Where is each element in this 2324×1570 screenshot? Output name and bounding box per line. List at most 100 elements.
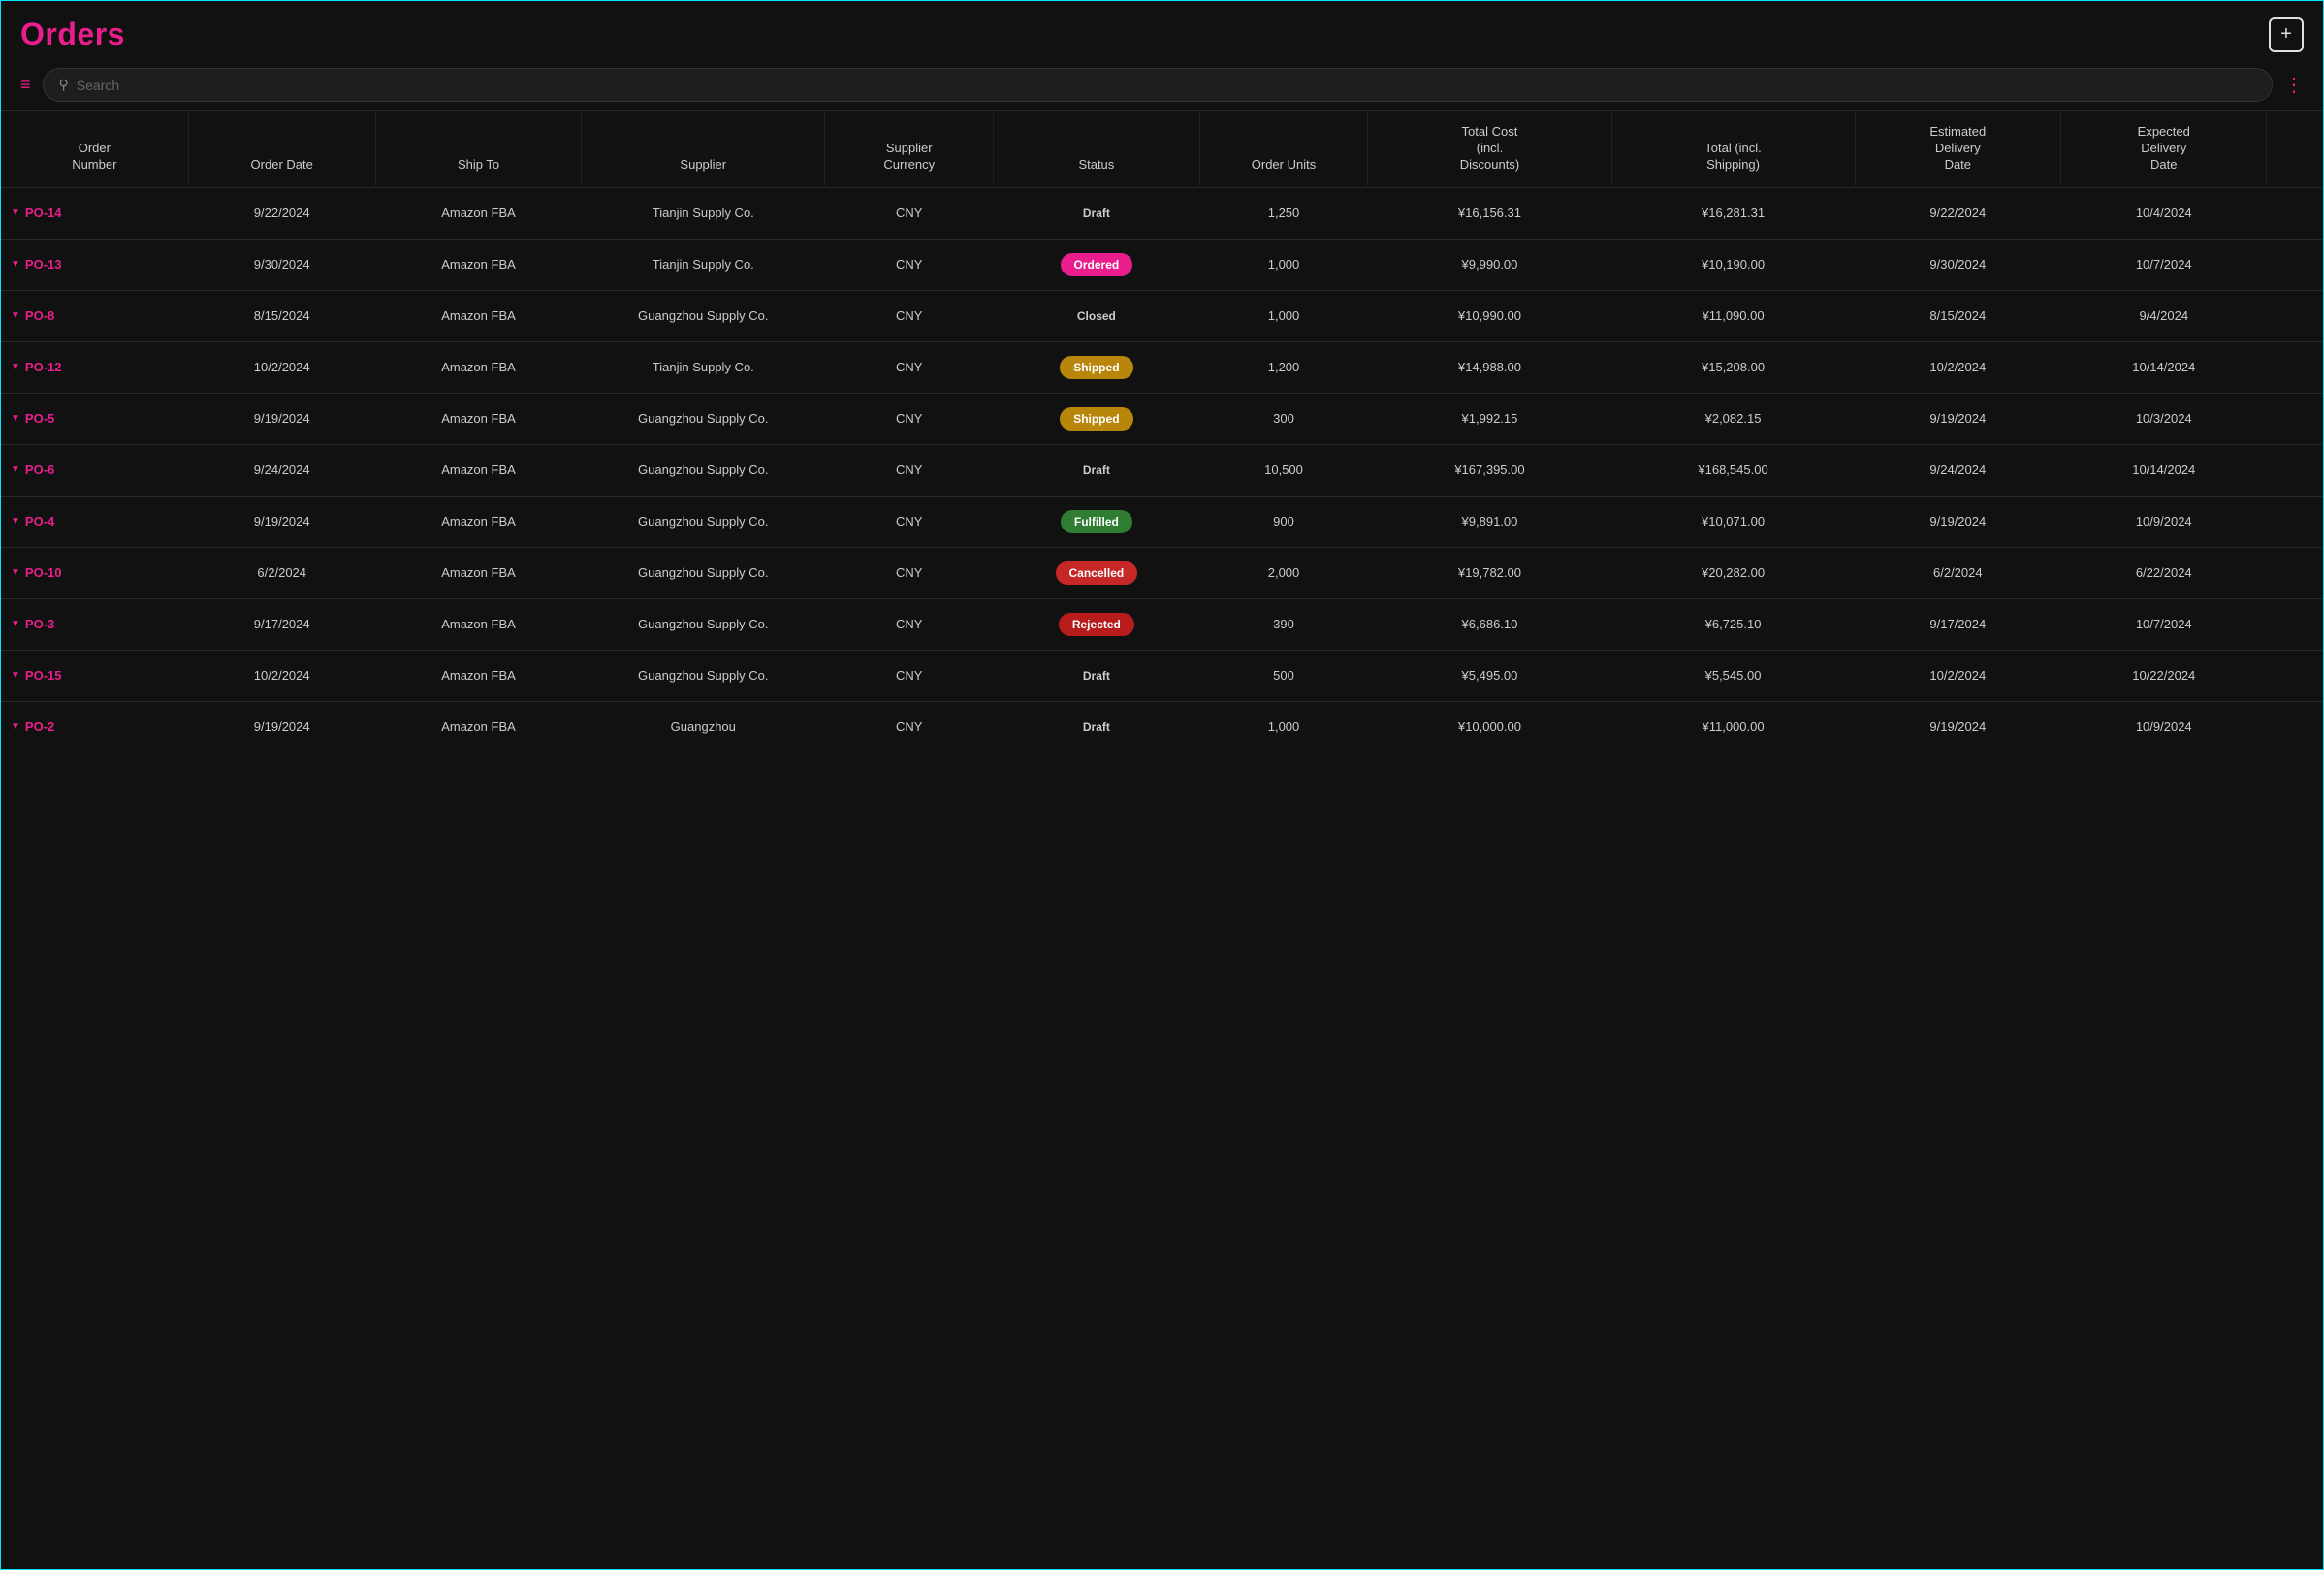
order-id[interactable]: PO-10 bbox=[25, 565, 62, 580]
cell-status: Shipped bbox=[994, 393, 1199, 444]
cell-order-date: 8/15/2024 bbox=[188, 290, 375, 341]
cell-ship-to: Amazon FBA bbox=[375, 598, 581, 650]
order-id[interactable]: PO-5 bbox=[25, 411, 54, 426]
cell-order-number[interactable]: ▼ PO-6 bbox=[1, 444, 188, 496]
cell-total-cost: ¥10,000.00 bbox=[1368, 701, 1611, 753]
cell-order-date: 9/30/2024 bbox=[188, 239, 375, 290]
expand-icon[interactable]: ▼ bbox=[11, 721, 20, 732]
cell-order-number[interactable]: ▼ PO-12 bbox=[1, 341, 188, 393]
expand-icon[interactable]: ▼ bbox=[11, 619, 20, 629]
expand-icon[interactable]: ▼ bbox=[11, 516, 20, 527]
cell-total-cost: ¥9,990.00 bbox=[1368, 239, 1611, 290]
expand-icon[interactable]: ▼ bbox=[11, 362, 20, 372]
cell-extra bbox=[2267, 650, 2323, 701]
cell-status: Cancelled bbox=[994, 547, 1199, 598]
col-header-supplier: Supplier bbox=[582, 111, 825, 187]
order-id[interactable]: PO-13 bbox=[25, 257, 62, 272]
cell-status: Closed bbox=[994, 290, 1199, 341]
app-container: Orders + ≡ ⚲ ⋮ OrderNumber Order Date Sh… bbox=[0, 0, 2324, 1570]
cell-status: Draft bbox=[994, 650, 1199, 701]
cell-extra bbox=[2267, 290, 2323, 341]
expand-icon[interactable]: ▼ bbox=[11, 259, 20, 270]
cell-supplier: Guangzhou Supply Co. bbox=[582, 393, 825, 444]
expand-icon[interactable]: ▼ bbox=[11, 310, 20, 321]
cell-supplier: Guangzhou bbox=[582, 701, 825, 753]
order-id[interactable]: PO-15 bbox=[25, 668, 62, 683]
cell-total-incl-shipping: ¥16,281.31 bbox=[1611, 187, 1855, 239]
cell-total-incl-shipping: ¥10,190.00 bbox=[1611, 239, 1855, 290]
filter-icon[interactable]: ≡ bbox=[20, 75, 31, 95]
table-row: ▼ PO-2 9/19/2024 Amazon FBA Guangzhou CN… bbox=[1, 701, 2323, 753]
col-header-extra bbox=[2267, 111, 2323, 187]
col-header-supplier-currency: SupplierCurrency bbox=[825, 111, 994, 187]
cell-currency: CNY bbox=[825, 187, 994, 239]
cell-total-cost: ¥167,395.00 bbox=[1368, 444, 1611, 496]
header: Orders + bbox=[1, 1, 2323, 60]
add-order-button[interactable]: + bbox=[2269, 17, 2304, 52]
order-id[interactable]: PO-4 bbox=[25, 514, 54, 529]
table-header-row: OrderNumber Order Date Ship To Supplier … bbox=[1, 111, 2323, 187]
cell-order-units: 1,000 bbox=[1199, 239, 1368, 290]
expand-icon[interactable]: ▼ bbox=[11, 465, 20, 475]
search-input[interactable] bbox=[77, 78, 2256, 93]
cell-currency: CNY bbox=[825, 496, 994, 547]
expand-icon[interactable]: ▼ bbox=[11, 670, 20, 681]
expand-icon[interactable]: ▼ bbox=[11, 567, 20, 578]
expand-icon[interactable]: ▼ bbox=[11, 208, 20, 218]
table-row: ▼ PO-12 10/2/2024 Amazon FBA Tianjin Sup… bbox=[1, 341, 2323, 393]
cell-exp-delivery: 9/4/2024 bbox=[2061, 290, 2267, 341]
cell-ship-to: Amazon FBA bbox=[375, 444, 581, 496]
cell-order-number[interactable]: ▼ PO-14 bbox=[1, 187, 188, 239]
cell-order-number[interactable]: ▼ PO-4 bbox=[1, 496, 188, 547]
cell-exp-delivery: 10/9/2024 bbox=[2061, 496, 2267, 547]
cell-exp-delivery: 10/7/2024 bbox=[2061, 239, 2267, 290]
cell-order-units: 390 bbox=[1199, 598, 1368, 650]
order-id[interactable]: PO-6 bbox=[25, 463, 54, 477]
table-row: ▼ PO-8 8/15/2024 Amazon FBA Guangzhou Su… bbox=[1, 290, 2323, 341]
cell-order-number[interactable]: ▼ PO-2 bbox=[1, 701, 188, 753]
cell-order-date: 10/2/2024 bbox=[188, 650, 375, 701]
cell-supplier: Tianjin Supply Co. bbox=[582, 239, 825, 290]
order-id[interactable]: PO-12 bbox=[25, 360, 62, 374]
cell-order-number[interactable]: ▼ PO-3 bbox=[1, 598, 188, 650]
more-options-icon[interactable]: ⋮ bbox=[2284, 73, 2304, 97]
cell-supplier: Guangzhou Supply Co. bbox=[582, 496, 825, 547]
cell-extra bbox=[2267, 547, 2323, 598]
table-row: ▼ PO-14 9/22/2024 Amazon FBA Tianjin Sup… bbox=[1, 187, 2323, 239]
cell-est-delivery: 9/22/2024 bbox=[1855, 187, 2060, 239]
cell-est-delivery: 9/24/2024 bbox=[1855, 444, 2060, 496]
cell-currency: CNY bbox=[825, 290, 994, 341]
cell-order-units: 300 bbox=[1199, 393, 1368, 444]
order-id[interactable]: PO-14 bbox=[25, 206, 62, 220]
col-header-order-units: Order Units bbox=[1199, 111, 1368, 187]
cell-order-number[interactable]: ▼ PO-8 bbox=[1, 290, 188, 341]
cell-extra bbox=[2267, 187, 2323, 239]
cell-supplier: Tianjin Supply Co. bbox=[582, 187, 825, 239]
order-id[interactable]: PO-2 bbox=[25, 720, 54, 734]
cell-total-incl-shipping: ¥11,090.00 bbox=[1611, 290, 1855, 341]
cell-est-delivery: 10/2/2024 bbox=[1855, 341, 2060, 393]
cell-total-incl-shipping: ¥11,000.00 bbox=[1611, 701, 1855, 753]
cell-total-incl-shipping: ¥168,545.00 bbox=[1611, 444, 1855, 496]
cell-supplier: Guangzhou Supply Co. bbox=[582, 650, 825, 701]
cell-order-number[interactable]: ▼ PO-5 bbox=[1, 393, 188, 444]
order-id[interactable]: PO-3 bbox=[25, 617, 54, 631]
cell-order-date: 10/2/2024 bbox=[188, 341, 375, 393]
cell-total-cost: ¥6,686.10 bbox=[1368, 598, 1611, 650]
cell-order-number[interactable]: ▼ PO-13 bbox=[1, 239, 188, 290]
cell-order-date: 9/19/2024 bbox=[188, 701, 375, 753]
cell-order-units: 2,000 bbox=[1199, 547, 1368, 598]
cell-extra bbox=[2267, 444, 2323, 496]
cell-order-units: 10,500 bbox=[1199, 444, 1368, 496]
cell-order-number[interactable]: ▼ PO-15 bbox=[1, 650, 188, 701]
cell-order-units: 1,200 bbox=[1199, 341, 1368, 393]
expand-icon[interactable]: ▼ bbox=[11, 413, 20, 424]
cell-ship-to: Amazon FBA bbox=[375, 650, 581, 701]
cell-currency: CNY bbox=[825, 393, 994, 444]
cell-order-date: 9/17/2024 bbox=[188, 598, 375, 650]
col-header-est-delivery: EstimatedDeliveryDate bbox=[1855, 111, 2060, 187]
cell-order-number[interactable]: ▼ PO-10 bbox=[1, 547, 188, 598]
order-id[interactable]: PO-8 bbox=[25, 308, 54, 323]
cell-status: Ordered bbox=[994, 239, 1199, 290]
cell-exp-delivery: 10/22/2024 bbox=[2061, 650, 2267, 701]
